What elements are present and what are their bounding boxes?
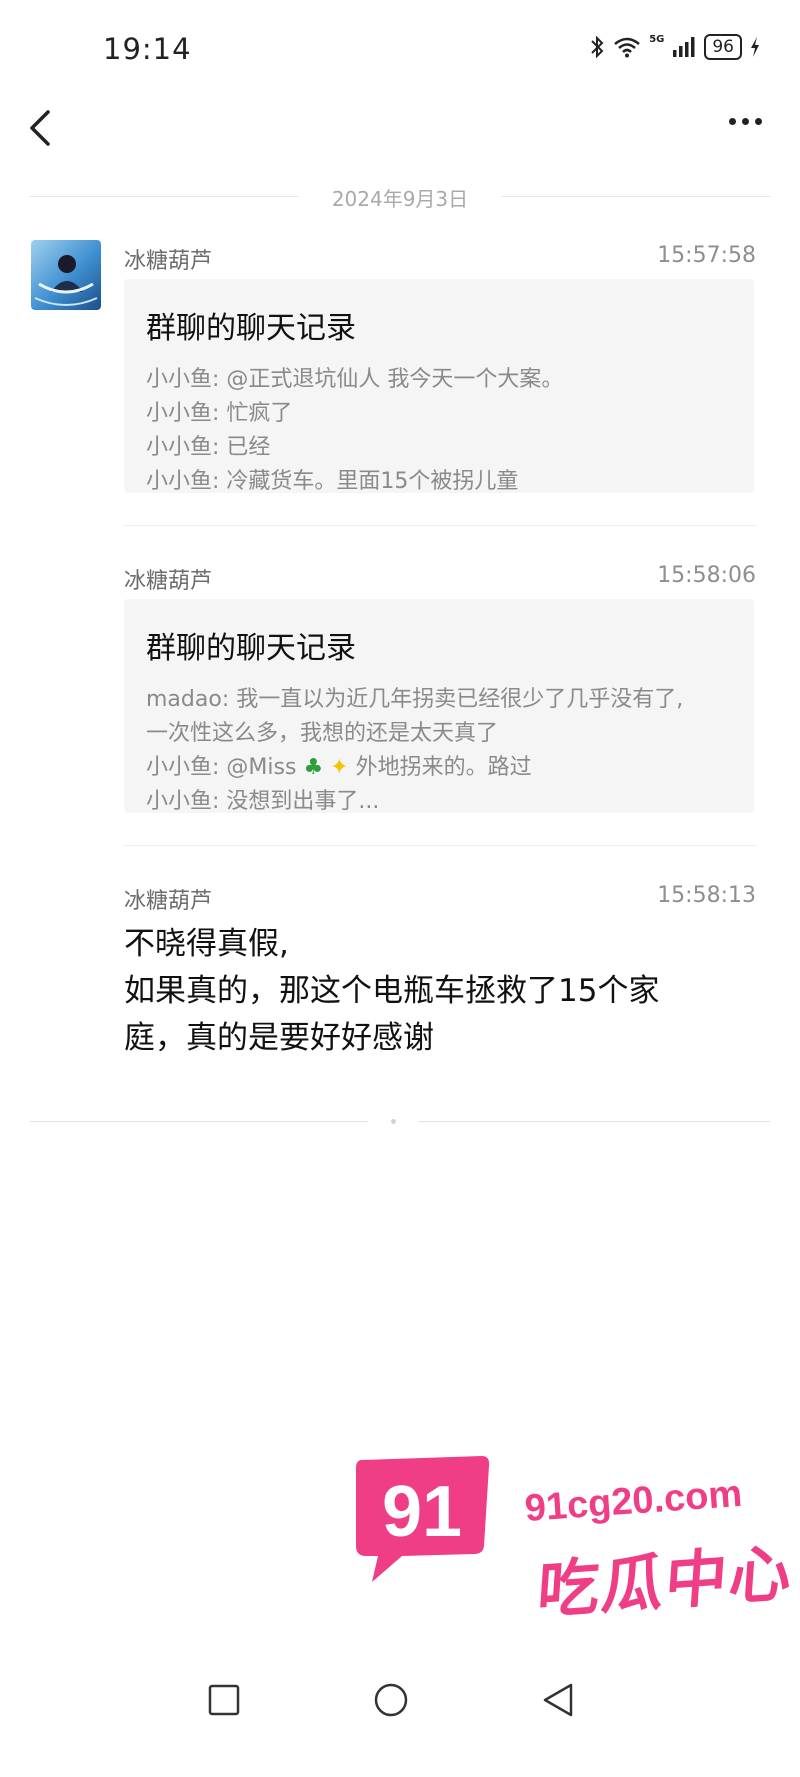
system-navigation-bar [0, 1660, 800, 1777]
battery-icon: 96 [704, 34, 742, 60]
record-line: madao: 我一直以为近几年拐卖已经很少了几乎没有了, [146, 687, 684, 712]
message-item: 冰糖葫芦 15:57:58 群聊的聊天记录 小小鱼: @正式退坑仙人 我今天一个… [124, 243, 756, 503]
bluetooth-icon [591, 35, 604, 59]
record-line-prefix: 小小鱼: @Miss [146, 755, 297, 780]
chat-record-card[interactable]: 群聊的聊天记录 小小鱼: @正式退坑仙人 我今天一个大案。 小小鱼: 忙疯了 小… [124, 279, 754, 494]
sparkle-star-emoji-icon: ✦ [330, 755, 349, 780]
message-line: 庭，真的是要好好感谢 [124, 1020, 434, 1056]
watermark-url: 91cg20.com [523, 1472, 744, 1530]
record-line-mention: 小小鱼: @Miss ♣ ✦ 外地拐来的。路过 [146, 749, 532, 781]
network-type-label: 5G [649, 33, 665, 45]
watermark-name: 吃瓜中心 [535, 1535, 796, 1628]
chat-record-card[interactable]: 群聊的聊天记录 madao: 我一直以为近几年拐卖已经很少了几乎没有了, 一次性… [124, 599, 754, 814]
message-time: 15:57:58 [657, 243, 756, 268]
watermark-badge: 91 [352, 1454, 492, 1584]
status-icons: 5G 96 [589, 34, 760, 60]
end-divider [30, 1117, 770, 1127]
more-dot [742, 118, 749, 125]
record-line: 一次性这么多，我想的还是太天真了 [146, 721, 499, 746]
clover-emoji-icon: ♣ [303, 755, 324, 780]
charging-icon [751, 37, 759, 57]
avatar-image [31, 240, 101, 310]
message-time: 15:58:06 [657, 563, 756, 588]
back-triangle-icon [543, 1683, 573, 1717]
record-line: 小小鱼: 已经 [146, 435, 271, 460]
record-line: 小小鱼: 没想到出事了... [146, 789, 380, 814]
status-bar: 19:14 5G 96 [0, 0, 800, 100]
status-time: 19:14 [103, 32, 192, 66]
more-options-button[interactable] [729, 118, 762, 125]
recent-apps-button[interactable] [208, 1684, 240, 1720]
message-item: 冰糖葫芦 15:58:13 不晓得真假, 如果真的，那这个电瓶车拯救了15个家 … [124, 883, 756, 1063]
divider-line [502, 196, 770, 197]
speech-bubble-icon: 91 [356, 1456, 490, 1582]
message-line: 如果真的，那这个电瓶车拯救了15个家 [124, 973, 660, 1009]
message-line: 不晓得真假, [124, 926, 289, 962]
watermark-badge-text: 91 [382, 1472, 462, 1552]
more-dots-icon [729, 118, 736, 125]
date-label: 2024年9月3日 [331, 187, 469, 211]
divider-line [30, 1121, 368, 1122]
record-title: 群聊的聊天记录 [146, 631, 356, 666]
recent-apps-icon [208, 1684, 240, 1716]
divider-line [418, 1121, 770, 1122]
message-separator [124, 525, 756, 526]
record-line: 小小鱼: 忙疯了 [146, 401, 293, 426]
record-line: 小小鱼: 冷藏货车。里面15个被拐儿童 [146, 469, 519, 494]
message-time: 15:58:13 [657, 883, 756, 908]
divider-dot [391, 1119, 396, 1124]
signal-icon [673, 37, 695, 57]
home-button[interactable] [373, 1682, 409, 1722]
chat-header [0, 100, 800, 180]
home-icon [374, 1683, 408, 1717]
record-line-suffix: 外地拐来的。路过 [355, 755, 532, 780]
more-dot [755, 118, 762, 125]
back-button[interactable] [26, 106, 56, 150]
date-divider: 2024年9月3日 [30, 182, 770, 212]
sender-name: 冰糖葫芦 [124, 569, 213, 594]
message-item: 冰糖葫芦 15:58:06 群聊的聊天记录 madao: 我一直以为近几年拐卖已… [124, 563, 756, 818]
record-title: 群聊的聊天记录 [146, 311, 356, 346]
message-text[interactable]: 不晓得真假, 如果真的，那这个电瓶车拯救了15个家 庭，真的是要好好感谢 [124, 921, 659, 1062]
record-line: 小小鱼: @正式退坑仙人 我今天一个大案。 [146, 367, 564, 392]
sender-name: 冰糖葫芦 [124, 889, 213, 914]
sender-name: 冰糖葫芦 [124, 249, 213, 274]
wifi-icon [614, 37, 640, 58]
chevron-left-icon [30, 110, 50, 146]
system-back-button[interactable] [541, 1682, 575, 1722]
avatar[interactable] [31, 240, 101, 310]
message-separator [124, 845, 756, 846]
